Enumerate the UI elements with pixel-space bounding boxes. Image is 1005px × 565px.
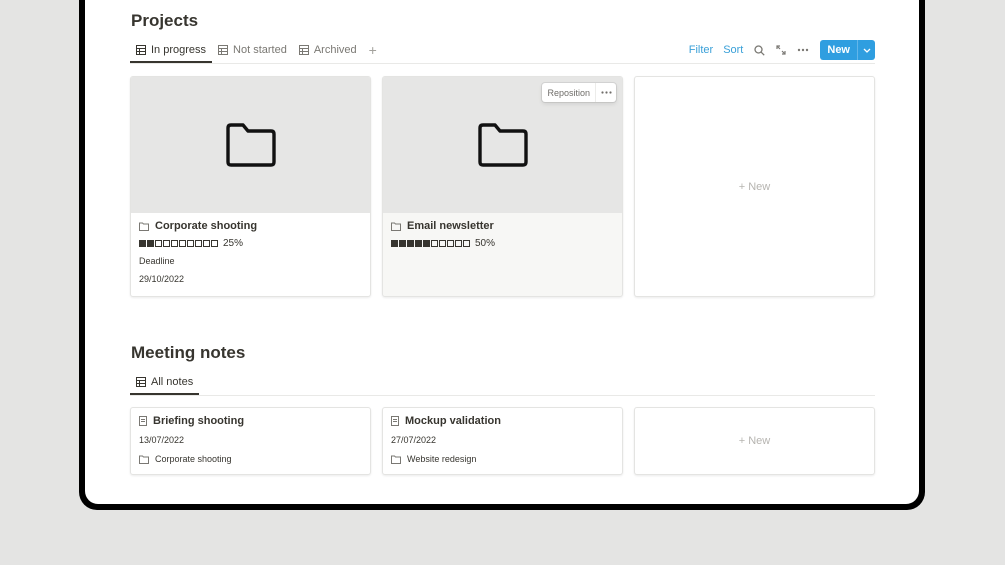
note-card[interactable]: Briefing shooting 13/07/2022 Corporate s…	[130, 407, 371, 475]
tab-label: Not started	[233, 44, 287, 56]
project-card[interactable]: Corporate shooting 25% Deadline 29/10/20…	[130, 76, 371, 297]
progress-segment-empty	[431, 240, 438, 247]
progress-segment-filled	[399, 240, 406, 247]
expand-icon[interactable]	[770, 40, 792, 60]
new-button-label: New	[820, 40, 857, 60]
note-project[interactable]: Website redesign	[391, 454, 614, 464]
table-icon	[218, 45, 229, 55]
card-title: Corporate shooting	[139, 220, 362, 232]
progress-segment-filled	[407, 240, 414, 247]
card-title: Email newsletter	[391, 220, 614, 232]
projects-toolbar: Filter Sort New	[684, 40, 875, 60]
chevron-down-icon[interactable]	[857, 40, 875, 60]
progress-percent: 50%	[475, 238, 496, 249]
table-icon	[136, 377, 146, 387]
progress-segment-empty	[179, 240, 186, 247]
tab-all-notes[interactable]: All notes	[130, 370, 200, 395]
tab-in-progress[interactable]: In progress	[130, 38, 213, 63]
reposition-toolbar: Reposition	[542, 83, 616, 102]
progress-segment-empty	[463, 240, 470, 247]
progress-bar: 25%	[139, 238, 362, 249]
tab-label: Archived	[313, 44, 357, 56]
progress-segment-empty	[163, 240, 170, 247]
reposition-button[interactable]: Reposition	[542, 83, 596, 102]
new-button[interactable]: New	[820, 40, 875, 60]
folder-icon	[391, 455, 401, 464]
folder-icon	[391, 222, 401, 231]
new-card-button[interactable]: + New	[634, 76, 875, 297]
tab-label: In progress	[151, 44, 207, 56]
table-icon	[298, 45, 309, 55]
divider	[130, 63, 875, 64]
note-card[interactable]: Mockup validation 27/07/2022 Website red…	[382, 407, 623, 475]
card-title: Briefing shooting	[139, 415, 362, 427]
note-date: 13/07/2022	[139, 435, 185, 445]
table-icon	[136, 45, 146, 55]
app-screen: Projects In progress Not started Archive…	[85, 0, 919, 504]
deadline-value: 29/10/2022	[139, 274, 185, 284]
progress-segment-filled	[147, 240, 154, 247]
progress-segment-empty	[171, 240, 178, 247]
folder-icon	[477, 123, 528, 167]
card-title: Mockup validation	[391, 415, 614, 427]
progress-segment-empty	[195, 240, 202, 247]
projects-title: Projects	[131, 11, 199, 30]
progress-segment-empty	[455, 240, 462, 247]
progress-segment-empty	[211, 240, 218, 247]
project-card[interactable]: Reposition Email newsletter 50%	[382, 76, 623, 297]
sort-button[interactable]: Sort	[718, 44, 748, 56]
filter-button[interactable]: Filter	[684, 44, 718, 56]
card-cover: Reposition	[383, 77, 622, 213]
progress-segment-empty	[187, 240, 194, 247]
progress-segment-empty	[447, 240, 454, 247]
new-card-button[interactable]: + New	[634, 407, 875, 475]
folder-icon	[139, 222, 149, 231]
more-icon[interactable]	[792, 40, 814, 60]
meeting-notes-tabs: All notes	[130, 370, 200, 395]
tab-archived[interactable]: Archived	[293, 38, 363, 62]
progress-segment-empty	[155, 240, 162, 247]
progress-segment-filled	[391, 240, 398, 247]
progress-segment-empty	[439, 240, 446, 247]
note-date: 27/07/2022	[391, 435, 437, 445]
projects-tabs: In progress Not started Archived +	[130, 38, 383, 63]
progress-segment-empty	[203, 240, 210, 247]
note-project[interactable]: Corporate shooting	[139, 454, 362, 464]
tab-not-started[interactable]: Not started	[212, 38, 293, 62]
folder-icon	[139, 455, 149, 464]
document-icon	[139, 416, 147, 426]
progress-segment-filled	[415, 240, 422, 247]
folder-icon	[225, 123, 276, 167]
search-icon[interactable]	[748, 40, 770, 60]
document-icon	[391, 416, 399, 426]
progress-bar: 50%	[391, 238, 614, 249]
progress-percent: 25%	[223, 238, 244, 249]
card-cover	[131, 77, 370, 213]
more-icon[interactable]	[596, 83, 616, 102]
add-view-button[interactable]: +	[363, 38, 383, 62]
deadline-label: Deadline	[139, 256, 175, 266]
progress-segment-filled	[423, 240, 430, 247]
tab-label: All notes	[151, 376, 194, 388]
meeting-notes-title: Meeting notes	[131, 343, 246, 362]
progress-segment-filled	[139, 240, 146, 247]
divider	[130, 395, 875, 396]
